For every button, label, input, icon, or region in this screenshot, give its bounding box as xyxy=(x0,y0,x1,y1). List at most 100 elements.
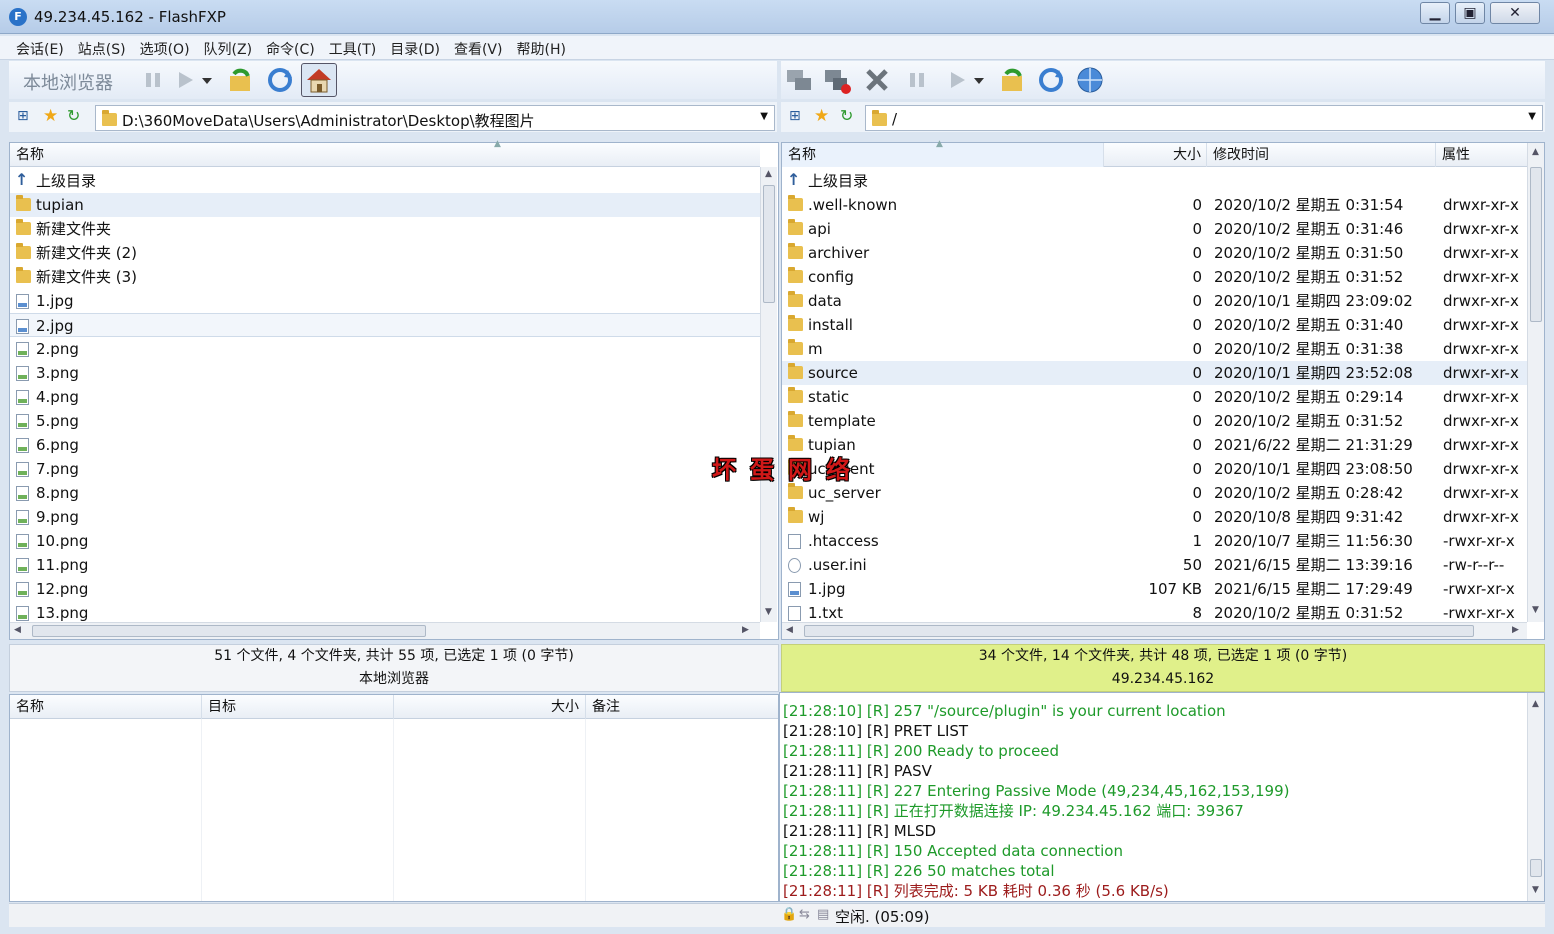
scroll-thumb[interactable] xyxy=(1530,859,1542,877)
remote-file-row[interactable]: source 0 2020/10/1 星期四 23:52:08 drwxr-xr-x xyxy=(782,361,1527,385)
file-size: 0 xyxy=(1192,460,1202,478)
maximize-button[interactable]: ▣ xyxy=(1455,2,1485,24)
menu-item[interactable]: 站点(S) xyxy=(71,36,133,59)
disconnect-icon[interactable] xyxy=(821,64,853,96)
queue-column-size[interactable]: 大小 xyxy=(394,695,586,719)
go-icon[interactable]: ↻ xyxy=(67,106,80,125)
go-icon[interactable]: ↻ xyxy=(840,106,853,125)
file-size: 0 xyxy=(1192,508,1202,526)
local-file-row[interactable]: 1.jpg xyxy=(10,289,760,313)
local-file-row[interactable]: 10.png xyxy=(10,529,760,553)
local-horizontal-scrollbar[interactable]: ◀ ▶ xyxy=(10,622,760,639)
chevron-down-icon[interactable] xyxy=(199,64,215,96)
chevron-down-icon[interactable]: ▼ xyxy=(760,111,768,122)
minimize-button[interactable]: ▁ xyxy=(1420,2,1450,24)
menu-item[interactable]: 帮助(H) xyxy=(509,36,572,59)
pause-icon[interactable] xyxy=(901,64,933,96)
log-vertical-scrollbar[interactable]: ▲ ▼ xyxy=(1527,693,1544,901)
local-file-row[interactable]: 新建文件夹 (3) xyxy=(10,265,760,289)
remote-file-row[interactable]: 1.jpg 107 KB 2021/6/15 星期二 17:29:49 -rwxr-x… xyxy=(782,577,1527,601)
local-file-row[interactable]: 2.jpg xyxy=(10,313,760,337)
favorite-star-icon[interactable]: ★ xyxy=(43,106,58,126)
pause-icon[interactable] xyxy=(137,64,169,96)
remote-file-row[interactable]: archiver 0 2020/10/2 星期五 0:31:50 drwxr-xr-x xyxy=(782,241,1527,265)
local-vertical-scrollbar[interactable]: ▲ ▼ xyxy=(760,167,777,622)
remote-file-row[interactable]: install 0 2020/10/2 星期五 0:31:40 drwxr-xr-x xyxy=(782,313,1527,337)
column-header-size[interactable]: 大小 xyxy=(1104,143,1207,167)
remote-file-row[interactable]: .well-known 0 2020/10/2 星期五 0:31:54 drwxr-x… xyxy=(782,193,1527,217)
remote-vertical-scrollbar[interactable]: ▲ ▼ xyxy=(1527,143,1544,622)
tree-icon[interactable]: ⊞ xyxy=(17,108,29,124)
play-icon[interactable] xyxy=(169,64,201,96)
scroll-thumb[interactable] xyxy=(763,185,775,303)
column-header-modified[interactable]: 修改时间 xyxy=(1207,143,1436,167)
scroll-thumb[interactable] xyxy=(804,625,1474,637)
globe-icon[interactable] xyxy=(1074,64,1106,96)
remote-file-row[interactable]: data 0 2020/10/1 星期四 23:09:02 drwxr-xr-x xyxy=(782,289,1527,313)
queue-column-name[interactable]: 名称 xyxy=(10,695,202,719)
remote-path-input[interactable]: / ▼ xyxy=(865,105,1543,131)
menu-item[interactable]: 选项(O) xyxy=(133,36,197,59)
local-path-input[interactable]: D:\360MoveData\Users\Administrator\Deskt… xyxy=(95,105,775,131)
abort-icon[interactable] xyxy=(861,64,893,96)
local-file-row[interactable]: ↑ 上级目录 xyxy=(10,169,760,193)
local-file-row[interactable]: 8.png xyxy=(10,481,760,505)
menu-item[interactable]: 会话(E) xyxy=(9,36,71,59)
folder-icon xyxy=(16,195,31,211)
column-header-attributes[interactable]: 属性 xyxy=(1436,143,1527,167)
remote-file-row[interactable]: .user.ini 50 2021/6/15 星期二 13:39:16 -rw-r--… xyxy=(782,553,1527,577)
settings-file-icon xyxy=(788,558,801,573)
refresh-folder-icon[interactable] xyxy=(996,64,1028,96)
local-file-row[interactable]: 9.png xyxy=(10,505,760,529)
refresh-icon[interactable] xyxy=(264,64,296,96)
refresh-icon[interactable] xyxy=(1035,64,1067,96)
scroll-thumb[interactable] xyxy=(32,625,426,637)
play-icon[interactable] xyxy=(941,64,973,96)
remote-file-row[interactable]: ↑ 上级目录 xyxy=(782,169,1527,193)
file-name: 新建文件夹 (3) xyxy=(36,268,138,286)
menu-item[interactable]: 命令(C) xyxy=(259,36,322,59)
remote-file-row[interactable]: uc_server 0 2020/10/2 星期五 0:28:42 drwxr-xr-… xyxy=(782,481,1527,505)
remote-file-row[interactable]: api 0 2020/10/2 星期五 0:31:46 drwxr-xr-x xyxy=(782,217,1527,241)
refresh-folder-icon[interactable] xyxy=(224,64,256,96)
remote-file-row[interactable]: static 0 2020/10/2 星期五 0:29:14 drwxr-xr-x xyxy=(782,385,1527,409)
tree-icon[interactable]: ⊞ xyxy=(789,108,801,124)
menu-item[interactable]: 查看(V) xyxy=(447,36,510,59)
remote-file-row[interactable]: m 0 2020/10/2 星期五 0:31:38 drwxr-xr-x xyxy=(782,337,1527,361)
local-file-row[interactable]: 6.png xyxy=(10,433,760,457)
queue-column-note[interactable]: 备注 xyxy=(586,695,778,719)
remote-file-row[interactable]: tupian 0 2021/6/22 星期二 21:31:29 drwxr-xr-x xyxy=(782,433,1527,457)
local-file-row[interactable]: 7.png xyxy=(10,457,760,481)
local-file-row[interactable]: 12.png xyxy=(10,577,760,601)
connect-icon[interactable] xyxy=(783,64,815,96)
remote-file-row[interactable]: template 0 2020/10/2 星期五 0:31:52 drwxr-xr-x xyxy=(782,409,1527,433)
scroll-thumb[interactable] xyxy=(1530,167,1542,322)
column-header-name[interactable]: 名称 xyxy=(10,143,760,167)
queue-column-target[interactable]: 目标 xyxy=(202,695,394,719)
local-file-row[interactable]: 5.png xyxy=(10,409,760,433)
remote-file-row[interactable]: uc_client 0 2020/10/1 星期四 23:08:50 drwxr-xr… xyxy=(782,457,1527,481)
chevron-down-icon[interactable]: ▼ xyxy=(1528,111,1536,122)
menu-item[interactable]: 目录(D) xyxy=(383,36,447,59)
close-button[interactable]: ✕ xyxy=(1490,2,1540,24)
local-file-row[interactable]: 2.png xyxy=(10,337,760,361)
column-header-name[interactable]: 名称 xyxy=(782,143,1104,167)
local-file-row[interactable]: 3.png xyxy=(10,361,760,385)
menu-item[interactable]: 队列(Z) xyxy=(197,36,260,59)
home-button[interactable] xyxy=(301,63,337,97)
local-file-row[interactable]: 新建文件夹 (2) xyxy=(10,241,760,265)
local-list-header: 名称 ▲ xyxy=(10,139,760,167)
favorite-star-icon[interactable]: ★ xyxy=(814,106,829,126)
file-attributes: drwxr-xr-x xyxy=(1443,364,1519,382)
chevron-down-icon[interactable] xyxy=(971,64,987,96)
remote-file-row[interactable]: .htaccess 1 2020/10/7 星期三 11:56:30 -rwxr-xr… xyxy=(782,529,1527,553)
menu-item[interactable]: 工具(T) xyxy=(322,36,383,59)
local-file-row[interactable]: tupian xyxy=(10,193,760,217)
remote-file-row[interactable]: config 0 2020/10/2 星期五 0:31:52 drwxr-xr-x xyxy=(782,265,1527,289)
image-file-icon xyxy=(16,366,29,381)
remote-file-row[interactable]: wj 0 2020/10/8 星期四 9:31:42 drwxr-xr-x xyxy=(782,505,1527,529)
local-file-row[interactable]: 11.png xyxy=(10,553,760,577)
local-file-row[interactable]: 4.png xyxy=(10,385,760,409)
remote-horizontal-scrollbar[interactable]: ◀ ▶ xyxy=(782,622,1527,639)
local-file-row[interactable]: 新建文件夹 xyxy=(10,217,760,241)
